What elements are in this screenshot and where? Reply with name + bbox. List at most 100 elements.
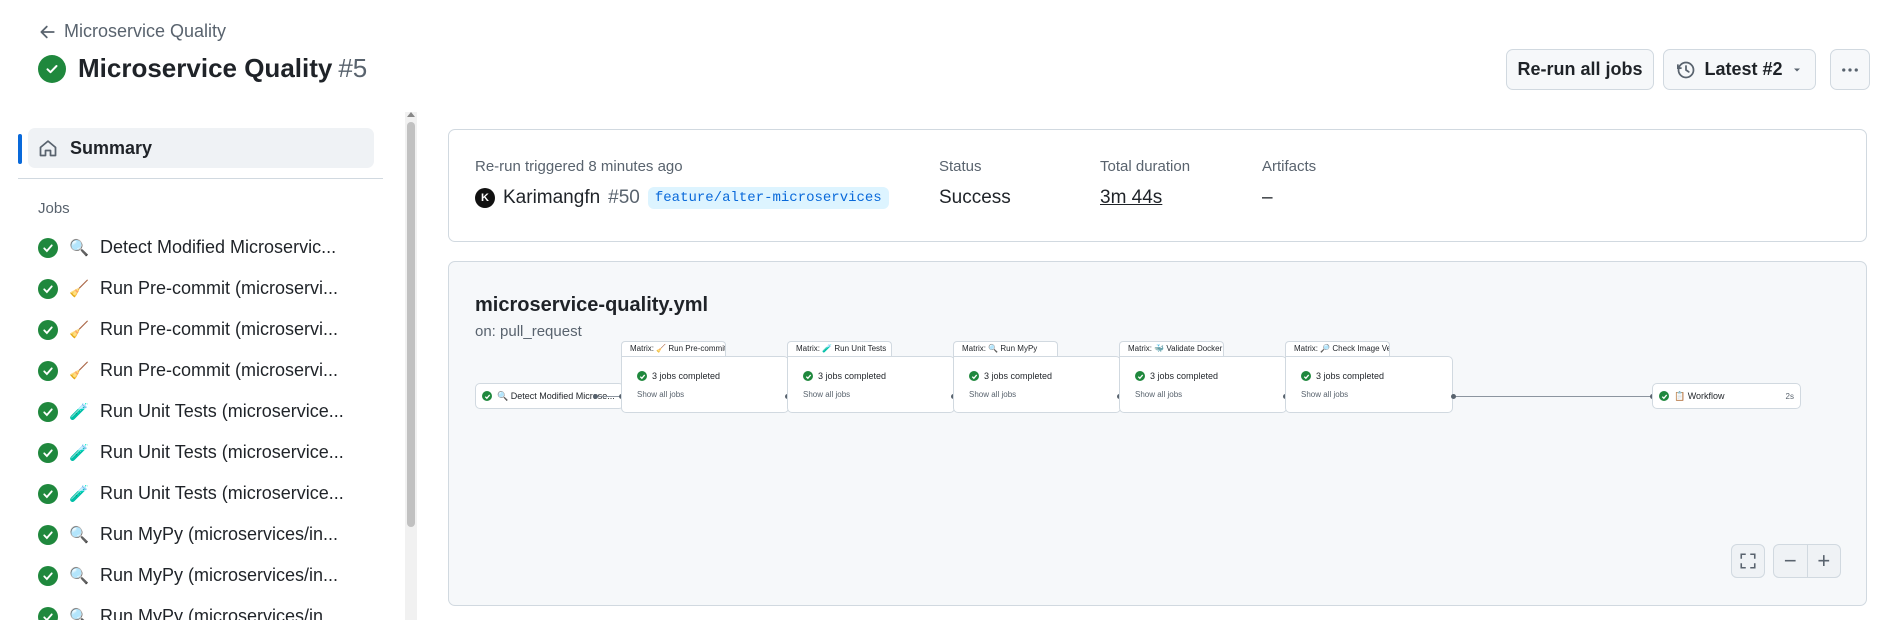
job-list: 🔍 Detect Modified Microservic... 🧹 Run Pre-…	[38, 227, 344, 620]
success-check-icon	[1301, 371, 1311, 381]
success-check-icon	[38, 483, 58, 504]
matrix-status-label: 3 jobs completed	[1316, 371, 1385, 381]
success-check-icon	[38, 606, 58, 620]
job-emoji-icon: 🔍	[69, 238, 89, 257]
back-link-label: Microservice Quality	[64, 21, 227, 41]
show-all-jobs-link[interactable]: Show all jobs	[637, 390, 684, 399]
success-check-icon	[38, 401, 58, 422]
success-check-icon	[38, 360, 58, 381]
jobs-heading: Jobs	[38, 200, 70, 217]
matrix-node[interactable]: 3 jobs completed Show all jobs	[787, 356, 955, 413]
job-emoji-icon: 🧪	[69, 402, 89, 421]
fullscreen-button[interactable]	[1731, 544, 1765, 578]
sidebar-job-item[interactable]: 🧪 Run Unit Tests (microservice...	[38, 432, 344, 473]
matrix-tab[interactable]: Matrix: 🧹 Run Pre-commit	[621, 341, 726, 357]
job-label: Run Unit Tests (microservice...	[100, 442, 344, 462]
workflow-trigger: on: pull_request	[475, 323, 582, 340]
duration-value[interactable]: 3m 44s	[1100, 187, 1162, 209]
job-emoji-icon: 🧹	[69, 320, 89, 339]
latest-attempt-dropdown[interactable]: Latest #2	[1663, 49, 1816, 90]
job-emoji-icon: 🔍	[69, 607, 89, 620]
success-check-icon	[38, 237, 58, 258]
branch-badge[interactable]: feature/alter-microservices	[647, 187, 889, 209]
run-summary-card: Re-run triggered 8 minutes ago K Kariman…	[448, 129, 1867, 242]
sidebar: Summary Jobs 🔍 Detect Modified Microservi…	[0, 112, 417, 620]
workflow-file-name[interactable]: microservice-quality.yml	[475, 294, 708, 317]
more-options-button[interactable]	[1830, 49, 1870, 90]
arrow-left-icon	[40, 25, 55, 38]
sidebar-job-item[interactable]: 🧹 Run Pre-commit (microservi...	[38, 309, 344, 350]
connector-dot	[593, 394, 598, 399]
job-emoji-icon: 🧪	[69, 443, 89, 462]
matrix-node[interactable]: 3 jobs completed Show all jobs	[953, 356, 1121, 413]
run-number: #5	[338, 53, 368, 83]
scrollbar-thumb[interactable]	[407, 122, 415, 527]
duration-label: Total duration	[1100, 158, 1191, 175]
matrix-status: 3 jobs completed	[1135, 371, 1218, 381]
job-node-workflow[interactable]: 📋 Workflow 2s	[1652, 383, 1801, 409]
show-all-jobs-link[interactable]: Show all jobs	[969, 390, 1016, 399]
sidebar-item-label: Summary	[70, 137, 153, 158]
expand-icon	[1740, 553, 1756, 569]
job-emoji-icon: 🧹	[69, 279, 89, 298]
sidebar-item-summary[interactable]: Summary	[28, 128, 374, 168]
sidebar-job-item[interactable]: 🔍 Run MyPy (microservices/in...	[38, 514, 344, 555]
artifacts-label: Artifacts	[1262, 158, 1317, 175]
matrix-node[interactable]: 3 jobs completed Show all jobs	[621, 356, 789, 413]
success-check-icon	[1659, 391, 1669, 401]
matrix-tab[interactable]: Matrix: 🐳 Validate Docker Imag...	[1119, 341, 1224, 357]
actor-name[interactable]: Karimangfn	[503, 187, 600, 209]
job-label: Run Pre-commit (microservi...	[100, 319, 339, 339]
page-title-row: Microservice Quality #5	[38, 53, 367, 84]
matrix-node[interactable]: 3 jobs completed Show all jobs	[1119, 356, 1287, 413]
success-check-icon	[1135, 371, 1145, 381]
zoom-in-button[interactable]: +	[1808, 548, 1841, 574]
show-all-jobs-link[interactable]: Show all jobs	[1301, 390, 1348, 399]
scroll-up-icon[interactable]	[407, 112, 415, 117]
success-check-icon	[482, 391, 492, 401]
sidebar-job-item[interactable]: 🧪 Run Unit Tests (microservice...	[38, 391, 344, 432]
active-indicator	[18, 134, 22, 164]
sidebar-job-item[interactable]: 🔍 Run MyPy (microservices/in...	[38, 596, 344, 620]
sidebar-job-item[interactable]: 🔍 Run MyPy (microservices/in...	[38, 555, 344, 596]
history-icon	[1677, 61, 1695, 78]
matrix-tab[interactable]: Matrix: 🔎 Check Image Version ...	[1285, 341, 1390, 357]
pr-link[interactable]: #50	[608, 187, 640, 209]
matrix-node[interactable]: 3 jobs completed Show all jobs	[1285, 356, 1453, 413]
show-all-jobs-link[interactable]: Show all jobs	[803, 390, 850, 399]
matrix-tab[interactable]: Matrix: 🔍 Run MyPy	[953, 341, 1058, 357]
job-label: Run Unit Tests (microservice...	[100, 401, 344, 421]
job-label: Detect Modified Microservic...	[100, 237, 337, 257]
artifacts-value: –	[1262, 187, 1273, 208]
divider	[18, 178, 383, 179]
back-link[interactable]: Microservice Quality	[38, 21, 226, 42]
home-icon	[39, 140, 57, 157]
matrix-status-label: 3 jobs completed	[1150, 371, 1219, 381]
success-check-icon	[38, 278, 58, 299]
sidebar-job-item[interactable]: 🧹 Run Pre-commit (microservi...	[38, 268, 344, 309]
sidebar-job-item[interactable]: 🧹 Run Pre-commit (microservi...	[38, 350, 344, 391]
matrix-tab[interactable]: Matrix: 🧪 Run Unit Tests	[787, 341, 892, 357]
matrix-status: 3 jobs completed	[1301, 371, 1384, 381]
job-label: Run MyPy (microservices/in...	[100, 524, 339, 544]
page-title: Microservice Quality #5	[78, 53, 368, 83]
rerun-all-jobs-button[interactable]: Re-run all jobs	[1506, 49, 1654, 90]
success-check-icon	[803, 371, 813, 381]
success-check-icon	[38, 54, 66, 83]
job-label: Run MyPy (microservices/in...	[100, 606, 339, 620]
sidebar-job-item[interactable]: 🧪 Run Unit Tests (microservice...	[38, 473, 344, 514]
matrix-status: 3 jobs completed	[969, 371, 1052, 381]
job-emoji-icon: 🔍	[69, 566, 89, 585]
zoom-out-button[interactable]: −	[1774, 548, 1807, 574]
avatar[interactable]: K	[475, 188, 495, 208]
latest-attempt-label: Latest #2	[1704, 59, 1783, 79]
sidebar-scrollbar[interactable]	[405, 112, 417, 620]
success-check-icon	[38, 524, 58, 545]
job-emoji-icon: 🧪	[69, 484, 89, 503]
sidebar-job-item[interactable]: 🔍 Detect Modified Microservic...	[38, 227, 344, 268]
job-emoji-icon: 🔍	[69, 525, 89, 544]
matrix-status-label: 3 jobs completed	[652, 371, 721, 381]
matrix-status-label: 3 jobs completed	[984, 371, 1053, 381]
show-all-jobs-link[interactable]: Show all jobs	[1135, 390, 1182, 399]
trigger-label: Re-run triggered 8 minutes ago	[475, 158, 683, 175]
